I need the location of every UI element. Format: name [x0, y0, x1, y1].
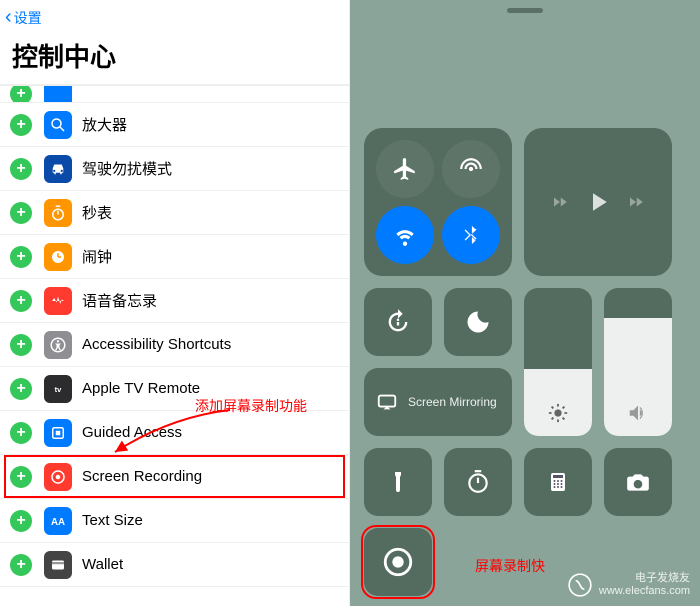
- add-button[interactable]: +: [10, 246, 32, 268]
- volume-slider[interactable]: [604, 288, 672, 436]
- lock-rotation-icon: [384, 308, 412, 336]
- list-item[interactable]: + 放大器: [0, 103, 349, 147]
- media-controls[interactable]: [524, 128, 672, 276]
- list-item[interactable]: + Accessibility Shortcuts: [0, 323, 349, 367]
- record-icon: [44, 463, 72, 491]
- guided-icon: [44, 419, 72, 447]
- list-item[interactable]: + Screen Recording: [0, 455, 349, 499]
- annotation-label-2: 屏幕录制快: [475, 556, 545, 576]
- row-label: Text Size: [82, 512, 143, 529]
- row-label: 驾驶勿扰模式: [82, 158, 172, 179]
- add-button[interactable]: +: [10, 378, 32, 400]
- add-button[interactable]: +: [10, 114, 32, 136]
- calculator-icon: [546, 470, 570, 494]
- row-label: Guided Access: [82, 424, 182, 441]
- add-button[interactable]: +: [10, 202, 32, 224]
- chevron-left-icon: ‹: [5, 6, 12, 29]
- list-item[interactable]: + Guided Access: [0, 411, 349, 455]
- airplane-mode-toggle[interactable]: [376, 140, 434, 198]
- grabber-handle[interactable]: [507, 8, 543, 13]
- list-item[interactable]: + 闹钟: [0, 235, 349, 279]
- add-button[interactable]: +: [10, 290, 32, 312]
- row-label: Wallet: [82, 556, 123, 573]
- add-button[interactable]: +: [10, 334, 32, 356]
- row-label: 放大器: [82, 114, 127, 135]
- access-icon: [44, 331, 72, 359]
- textsize-icon: AA: [44, 507, 72, 535]
- camera-button[interactable]: [604, 448, 672, 516]
- add-button[interactable]: +: [10, 510, 32, 532]
- nav-bar: ‹ 设置: [0, 0, 349, 29]
- row-label: 秒表: [82, 202, 112, 223]
- row-label: Screen Recording: [82, 468, 202, 485]
- list-item[interactable]: + AA Text Size: [0, 499, 349, 543]
- timer-icon: [465, 469, 491, 495]
- connectivity-group: [364, 128, 512, 276]
- stopwatch-icon: [44, 199, 72, 227]
- add-button[interactable]: +: [10, 85, 32, 103]
- list-item[interactable]: + 语音备忘录: [0, 279, 349, 323]
- camera-icon: [625, 469, 651, 495]
- svg-text:AA: AA: [51, 516, 65, 527]
- watermark: 电子发烧友 www.elecfans.com: [567, 572, 690, 598]
- clock-icon: [44, 243, 72, 271]
- calculator-button[interactable]: [524, 448, 592, 516]
- tv-icon: tv: [44, 375, 72, 403]
- volume-icon: [627, 402, 649, 424]
- add-button[interactable]: +: [10, 554, 32, 576]
- page-title: 控制中心: [0, 29, 349, 84]
- highlight-box: [361, 525, 435, 599]
- timer-button[interactable]: [444, 448, 512, 516]
- airplane-icon: [392, 156, 418, 182]
- flashlight-toggle[interactable]: [364, 448, 432, 516]
- add-button[interactable]: +: [10, 422, 32, 444]
- add-button[interactable]: +: [10, 466, 32, 488]
- list-item[interactable]: + 驾驶勿扰模式: [0, 147, 349, 191]
- row-label: 语音备忘录: [82, 290, 157, 311]
- orientation-lock-toggle[interactable]: [364, 288, 432, 356]
- row-label: Apple TV Remote: [82, 380, 200, 397]
- annotation-label: 添加屏幕录制功能: [195, 396, 307, 416]
- list-item[interactable]: + 秒表: [0, 191, 349, 235]
- row-label: Accessibility Shortcuts: [82, 336, 231, 353]
- brightness-icon: [547, 402, 569, 424]
- car-icon: [44, 155, 72, 183]
- watermark-logo-icon: [567, 572, 593, 598]
- cellular-icon: [458, 156, 484, 182]
- back-label: 设置: [14, 8, 42, 28]
- screen-recording-button[interactable]: [364, 528, 432, 596]
- play-icon: [583, 187, 613, 217]
- back-button[interactable]: ‹ 设置: [5, 6, 42, 29]
- forward-icon: [627, 193, 645, 211]
- screen-mirroring-icon: [376, 391, 398, 413]
- voice-icon: [44, 287, 72, 315]
- control-center-list: + + 放大器 + 驾驶勿扰模式 + 秒表 + 闹钟 + 语音备忘录 + Acc…: [0, 84, 349, 587]
- watermark-line2: www.elecfans.com: [599, 585, 690, 598]
- brightness-slider[interactable]: [524, 288, 592, 436]
- bluetooth-toggle[interactable]: [442, 206, 500, 264]
- screen-mirroring-button[interactable]: Screen Mirroring: [364, 368, 512, 436]
- svg-text:tv: tv: [55, 385, 62, 394]
- magnifier-icon: [44, 111, 72, 139]
- list-item[interactable]: +: [0, 85, 349, 103]
- do-not-disturb-toggle[interactable]: [444, 288, 512, 356]
- screen-mirroring-label: Screen Mirroring: [408, 395, 497, 409]
- flashlight-icon: [386, 470, 410, 494]
- watermark-line1: 电子发烧友: [599, 572, 690, 585]
- moon-icon: [464, 308, 492, 336]
- bluetooth-icon: [460, 224, 482, 246]
- control-center-panel: Screen Mirroring: [350, 0, 700, 606]
- wifi-icon: [392, 222, 418, 248]
- settings-panel: ‹ 设置 控制中心 + + 放大器 + 驾驶勿扰模式 + 秒表 + 闹钟 + 语: [0, 0, 350, 606]
- row-label: 闹钟: [82, 246, 112, 267]
- app-icon: [44, 85, 72, 103]
- wallet-icon: [44, 551, 72, 579]
- add-button[interactable]: +: [10, 158, 32, 180]
- rewind-icon: [551, 193, 569, 211]
- list-item[interactable]: + Wallet: [0, 543, 349, 587]
- wifi-toggle[interactable]: [376, 206, 434, 264]
- cellular-toggle[interactable]: [442, 140, 500, 198]
